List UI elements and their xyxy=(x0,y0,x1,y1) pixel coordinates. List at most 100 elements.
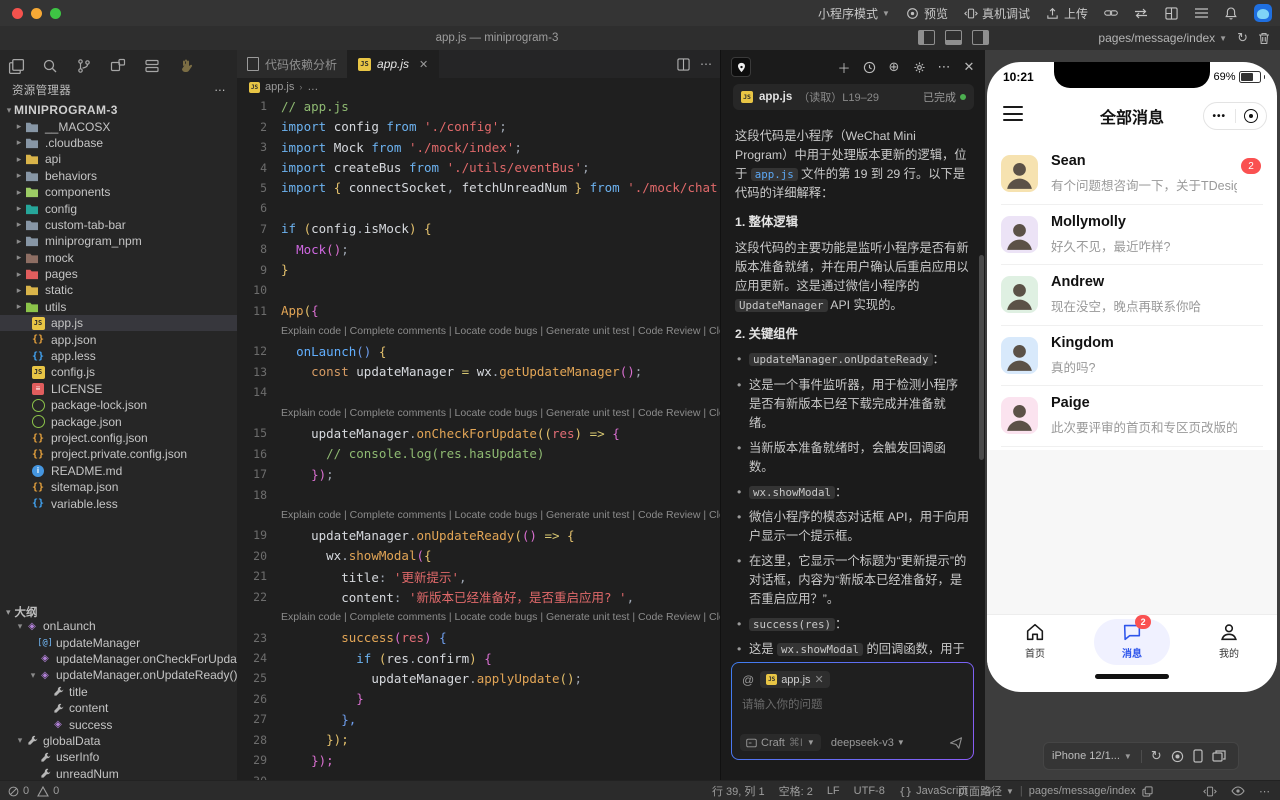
message-row-sean[interactable]: Sean有个问题想咨询一下，关于TDesign组件...2 xyxy=(987,144,1277,205)
refresh-icon[interactable]: ↻ xyxy=(1151,748,1162,764)
outline-item-globaldata[interactable]: ▾globalData xyxy=(0,733,237,749)
record-icon[interactable] xyxy=(1171,750,1184,763)
tab-首页[interactable]: 首页 xyxy=(995,621,1075,660)
tree-item-project.private.config.json[interactable]: {}project.private.config.json xyxy=(0,446,237,462)
search-icon[interactable] xyxy=(40,56,60,76)
hand-icon[interactable] xyxy=(176,56,196,76)
scrollbar-thumb[interactable] xyxy=(979,255,984,460)
phone-simulator[interactable]: 10:21 69% 全部消息 ••• Sean有个问题想咨询一下，关于TDesi… xyxy=(987,62,1277,692)
mode-selector[interactable]: Craft ⌘I ▼ xyxy=(740,734,821,751)
tree-item-config.js[interactable]: JSconfig.js xyxy=(0,364,237,380)
outline-item-updatemanager-onupdateready-callback[interactable]: ▾◈updateManager.onUpdateReady() callback xyxy=(0,667,237,683)
model-selector[interactable]: deepseek-v3 ▼ xyxy=(831,737,905,749)
tree-item-package.json[interactable]: package.json xyxy=(0,413,237,429)
multi-window-icon[interactable] xyxy=(1212,750,1226,762)
indentation[interactable]: 空格: 2 xyxy=(779,783,813,799)
tree-item-custom-tab-bar[interactable]: ▸custom-tab-bar xyxy=(0,217,237,233)
outline-item-unreadnum[interactable]: unreadNum xyxy=(0,766,237,780)
mention-file-chip[interactable]: JS app.js ✕ xyxy=(760,671,830,688)
outline-item-content[interactable]: content xyxy=(0,700,237,716)
remote-debug-button[interactable]: 真机调试 xyxy=(964,5,1030,22)
tree-item-variable.less[interactable]: {}variable.less xyxy=(0,495,237,511)
toggle-bottom-panel-icon[interactable] xyxy=(945,30,962,45)
send-icon[interactable] xyxy=(949,736,963,750)
tree-item-utils[interactable]: ▸utils xyxy=(0,299,237,315)
eol-indicator[interactable]: LF xyxy=(827,785,840,797)
preview-button[interactable]: 预览 xyxy=(906,5,948,22)
tree-item-package-lock.json[interactable]: package-lock.json xyxy=(0,397,237,413)
more-icon[interactable]: ⋯ xyxy=(935,59,953,75)
tree-item-behaviors[interactable]: ▸behaviors xyxy=(0,168,237,184)
tree-item-__macosx[interactable]: ▸__MACOSX xyxy=(0,118,237,134)
remove-mention-icon[interactable]: ✕ xyxy=(815,673,824,686)
cursor-position[interactable]: 行 39, 列 1 xyxy=(712,783,765,799)
tree-item-static[interactable]: ▸static xyxy=(0,282,237,298)
more-actions-icon[interactable]: ⋯ xyxy=(214,83,226,97)
tree-item-app.less[interactable]: {}app.less xyxy=(0,348,237,364)
message-row-andrew[interactable]: Andrew现在没空，晚点再联系你哈 xyxy=(987,265,1277,326)
outline-item-title[interactable]: title xyxy=(0,684,237,700)
upload-button[interactable]: 上传 xyxy=(1046,5,1088,22)
more-actions-icon[interactable]: ⋯ xyxy=(700,57,712,71)
tree-item-config[interactable]: ▸config xyxy=(0,200,237,216)
tree-item-app.js[interactable]: JSapp.js xyxy=(0,315,237,331)
trash-icon[interactable] xyxy=(1258,32,1270,45)
tree-item-pages[interactable]: ▸pages xyxy=(0,266,237,282)
outline-item-onlaunch[interactable]: ▾◈onLaunch xyxy=(0,618,237,634)
tree-item-mock[interactable]: ▸mock xyxy=(0,250,237,266)
codelens-actions[interactable]: Explain code | Complete comments | Locat… xyxy=(281,509,720,521)
link-icon[interactable] xyxy=(1104,6,1118,20)
home-indicator[interactable] xyxy=(1095,674,1169,679)
tree-item-license[interactable]: ≡LICENSE xyxy=(0,381,237,397)
tree-item-sitemap.json[interactable]: {}sitemap.json xyxy=(0,479,237,495)
capsule-exit-icon[interactable] xyxy=(1236,109,1267,123)
tree-item-.cloudbase[interactable]: ▸.cloudbase xyxy=(0,135,237,151)
close-window-button[interactable] xyxy=(12,8,23,19)
device-selector[interactable]: iPhone 12/1... ▼ xyxy=(1052,750,1132,762)
source-control-icon[interactable] xyxy=(74,56,94,76)
capsule-more-icon[interactable]: ••• xyxy=(1204,111,1235,122)
page-path-dropdown[interactable]: pages/message/index ▼ xyxy=(1098,31,1227,45)
tab-我的[interactable]: 我的 xyxy=(1189,621,1269,660)
tab-code-dependency-analysis[interactable]: 代码依赖分析 xyxy=(237,50,348,78)
message-row-paige[interactable]: Paige此次要评审的首页和专区页改版的交互方案 xyxy=(987,386,1277,447)
explorer-icon[interactable] xyxy=(6,56,26,76)
bell-icon[interactable] xyxy=(1224,6,1238,20)
refresh-icon[interactable]: ↻ xyxy=(1237,30,1248,46)
ai-input-box[interactable]: @ JS app.js ✕ 请输入你的问题 Craft ⌘I ▼ xyxy=(731,662,974,760)
outline-item-success[interactable]: ◈success xyxy=(0,716,237,732)
maximize-window-button[interactable] xyxy=(50,8,61,19)
encoding-indicator[interactable]: UTF-8 xyxy=(854,785,885,797)
close-tab-icon[interactable]: ✕ xyxy=(419,58,428,71)
problems-errors[interactable]: 0 xyxy=(8,785,29,797)
eye-icon[interactable] xyxy=(1231,786,1245,796)
mention-at-icon[interactable]: @ xyxy=(742,673,754,687)
tab-app-js[interactable]: JS app.js ✕ xyxy=(348,50,439,78)
more-icon[interactable]: ⋯ xyxy=(1259,785,1270,798)
message-row-mollymolly[interactable]: Mollymolly好久不见，最近咋样? xyxy=(987,205,1277,266)
codelens-actions[interactable]: Explain code | Complete comments | Locat… xyxy=(281,325,720,337)
tree-root-miniprogram-3[interactable]: ▾MINIPROGRAM-3 xyxy=(0,102,237,118)
split-editor-icon[interactable] xyxy=(677,58,690,71)
switch-arrows-icon[interactable] xyxy=(1134,6,1148,20)
windows-icon[interactable] xyxy=(108,56,128,76)
tree-item-project.config.json[interactable]: {}project.config.json xyxy=(0,430,237,446)
history-icon[interactable] xyxy=(860,61,878,74)
outline-item-updatemanager-oncheckforupdate-call-[interactable]: ◈updateManager.onCheckForUpdate() call..… xyxy=(0,651,237,667)
page-path-label[interactable]: 页面路径 ▼ xyxy=(958,783,1014,799)
codelens-actions[interactable]: Explain code | Complete comments | Locat… xyxy=(281,611,720,623)
remote-debug-icon[interactable] xyxy=(1203,785,1217,798)
ai-context-file-card[interactable]: JS app.js （读取）L19–29 已完成 xyxy=(733,84,974,110)
device-frame-icon[interactable] xyxy=(1193,749,1203,763)
message-row-kingdom[interactable]: Kingdom真的吗? xyxy=(987,326,1277,387)
settings-gear-icon[interactable] xyxy=(910,61,928,74)
menu-icon[interactable] xyxy=(1194,6,1208,20)
tree-item-api[interactable]: ▸api xyxy=(0,151,237,167)
codelens-actions[interactable]: Explain code | Complete comments | Locat… xyxy=(281,407,720,419)
panel-grid-icon[interactable] xyxy=(1164,6,1178,20)
tree-item-app.json[interactable]: {}app.json xyxy=(0,331,237,347)
minimize-window-button[interactable] xyxy=(31,8,42,19)
outline-item-updatemanager[interactable]: [@]updateManager xyxy=(0,634,237,650)
tree-item-components[interactable]: ▸components xyxy=(0,184,237,200)
toggle-left-panel-icon[interactable] xyxy=(918,30,935,45)
